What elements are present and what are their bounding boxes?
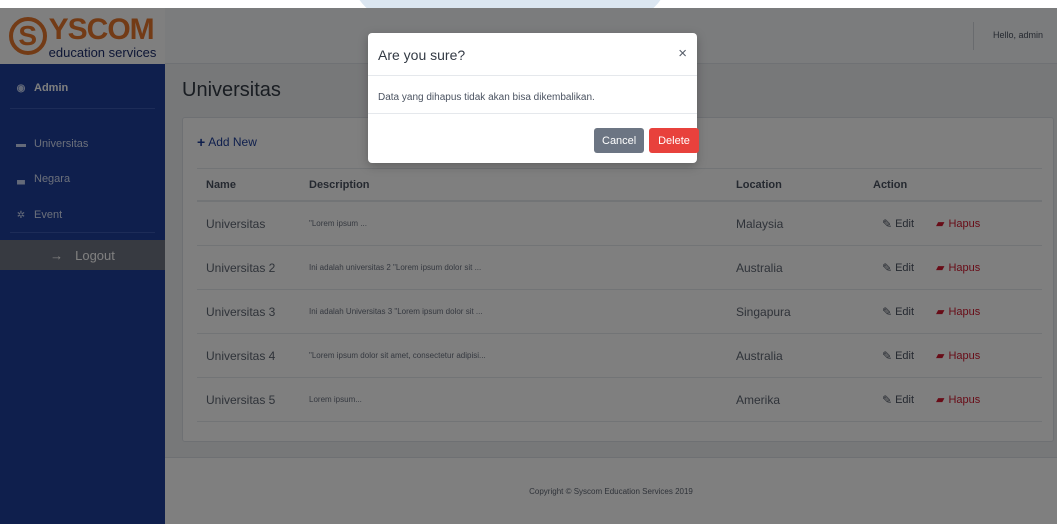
- delete-button[interactable]: Delete: [649, 128, 699, 153]
- confirm-delete-modal: Are you sure? × Data yang dihapus tidak …: [368, 33, 699, 163]
- close-icon[interactable]: ×: [678, 46, 687, 61]
- modal-message: Data yang dihapus tidak akan bisa dikemb…: [378, 92, 595, 103]
- cancel-button[interactable]: Cancel: [594, 128, 644, 153]
- modal-title: Are you sure?: [378, 47, 466, 63]
- top-strip: [0, 0, 1057, 22]
- modal-footer: Cancel Delete: [368, 113, 699, 163]
- modal-header: Are you sure? ×: [368, 33, 697, 76]
